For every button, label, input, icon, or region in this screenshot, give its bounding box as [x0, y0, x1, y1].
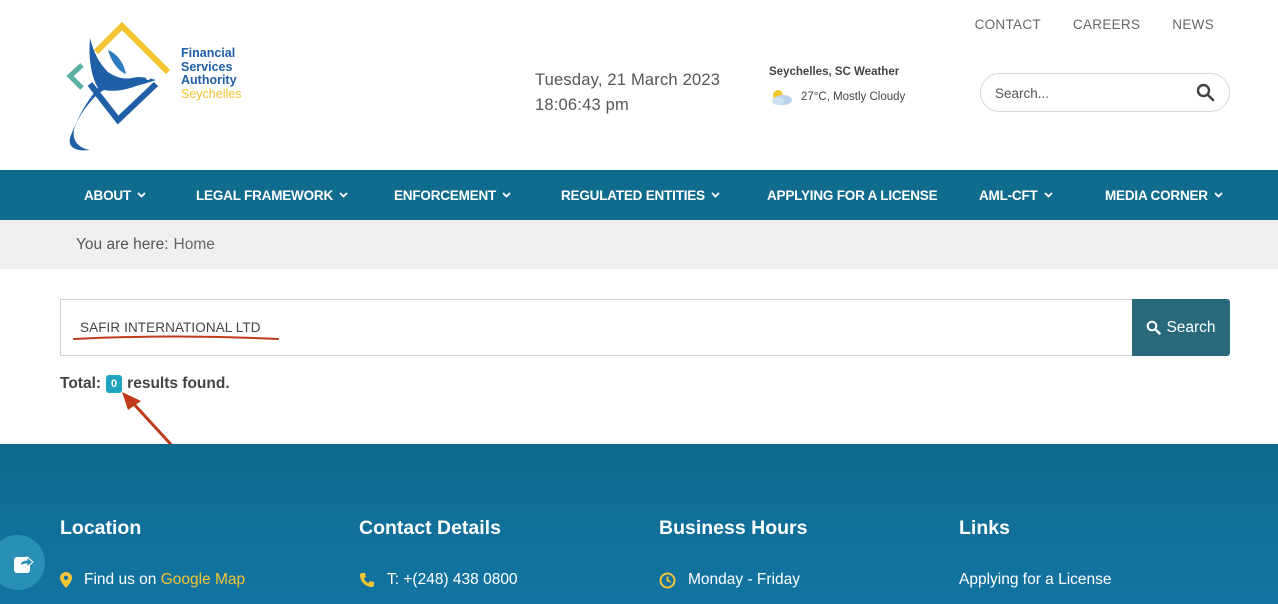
- nav-item-enforcement[interactable]: ENFORCEMENT: [394, 170, 511, 220]
- logo-line: Seychelles: [181, 86, 242, 101]
- news-link[interactable]: NEWS: [1172, 17, 1214, 32]
- footer-heading: Links: [959, 517, 1010, 539]
- breadcrumb-prefix: You are here:: [76, 236, 169, 253]
- chevron-down-icon: [137, 192, 146, 198]
- nav-item-about[interactable]: ABOUT: [84, 170, 146, 220]
- google-map-link[interactable]: Google Map: [161, 571, 245, 588]
- results-prefix: Total:: [60, 375, 102, 392]
- current-time: 18:06:43 pm: [535, 96, 629, 114]
- search-icon: [1147, 320, 1162, 335]
- nav-label: AML-CFT: [979, 187, 1038, 203]
- breadcrumb-home-link[interactable]: Home: [174, 236, 215, 253]
- header-search-input[interactable]: [995, 83, 1185, 103]
- nav-item-regulated-entities[interactable]: REGULATED ENTITIES: [561, 170, 720, 220]
- nav-label: REGULATED ENTITIES: [561, 187, 705, 203]
- chevron-down-icon: [1214, 192, 1223, 198]
- footer-link-applying[interactable]: Applying for a License: [959, 571, 1112, 589]
- top-links: CONTACT CAREERS NEWS: [975, 17, 1214, 32]
- footer-heading: Location: [60, 517, 142, 539]
- nav-item-media-corner[interactable]: MEDIA CORNER: [1105, 170, 1223, 220]
- map-pin-icon: [60, 572, 72, 588]
- contact-phone[interactable]: T: +(248) 438 0800: [387, 571, 518, 589]
- entity-search-input[interactable]: SAFIR INTERNATIONAL LTD: [60, 299, 1133, 356]
- phone-icon: [360, 573, 374, 587]
- chevron-down-icon: [339, 192, 348, 198]
- footer-heading: Business Hours: [659, 517, 808, 539]
- site-footer: Location Find us on Google Map Contact D…: [0, 444, 1278, 604]
- main-nav: ABOUT LEGAL FRAMEWORK ENFORCEMENT REGULA…: [0, 170, 1278, 220]
- nav-label: MEDIA CORNER: [1105, 187, 1208, 203]
- careers-link[interactable]: CAREERS: [1073, 17, 1140, 32]
- search-query-value: SAFIR INTERNATIONAL LTD: [80, 320, 261, 335]
- clock-icon: [659, 572, 676, 588]
- chevron-down-icon: [711, 192, 720, 198]
- nav-label: ENFORCEMENT: [394, 187, 497, 203]
- current-date: Tuesday, 21 March 2023: [535, 71, 721, 89]
- date-time: Tuesday, 21 March 2023 18:06:43 pm: [535, 68, 720, 118]
- logo-line: Financial: [181, 46, 236, 60]
- nav-item-applying-for-license[interactable]: APPLYING FOR A LICENSE: [767, 170, 938, 220]
- nav-item-aml-cft[interactable]: AML-CFT: [979, 170, 1053, 220]
- results-count-badge: 0: [106, 375, 123, 393]
- site-header: Financial Services Authority Seychelles …: [0, 0, 1278, 170]
- share-icon: [13, 555, 34, 573]
- weather-summary: 27°C, Mostly Cloudy: [801, 91, 906, 103]
- weather-widget: Seychelles, SC Weather 27°C, Mostly Clou…: [769, 66, 905, 106]
- results-suffix: results found.: [127, 375, 230, 392]
- logo-wordmark: Financial Services Authority Seychelles: [181, 46, 242, 101]
- location-text: Find us on: [84, 571, 157, 588]
- nav-label: APPLYING FOR A LICENSE: [767, 187, 938, 203]
- chevron-down-icon: [1043, 192, 1053, 198]
- contact-link[interactable]: CONTACT: [975, 17, 1041, 32]
- nav-label: LEGAL FRAMEWORK: [196, 187, 333, 203]
- chevron-down-icon: [502, 192, 511, 198]
- search-button[interactable]: Search: [1132, 299, 1230, 356]
- header-search: [980, 73, 1230, 112]
- results-summary: Total: 0 results found.: [60, 375, 230, 393]
- weather-title: Seychelles, SC Weather: [769, 66, 900, 78]
- nav-item-legal-framework[interactable]: LEGAL FRAMEWORK: [196, 170, 348, 220]
- footer-heading: Contact Details: [359, 517, 501, 539]
- hours-days: Monday - Friday: [688, 571, 800, 588]
- logo-line: Services: [181, 59, 233, 74]
- page: Financial Services Authority Seychelles …: [0, 0, 1278, 604]
- magnifier-icon[interactable]: [1196, 83, 1215, 102]
- annotation-arrowhead: [122, 392, 141, 410]
- cloudy-weather-icon: [772, 90, 792, 105]
- breadcrumb: You are here: Home: [0, 220, 1278, 269]
- search-button-label: Search: [1166, 318, 1216, 336]
- nav-label: ABOUT: [84, 187, 131, 203]
- logo-line: Authority: [181, 73, 237, 87]
